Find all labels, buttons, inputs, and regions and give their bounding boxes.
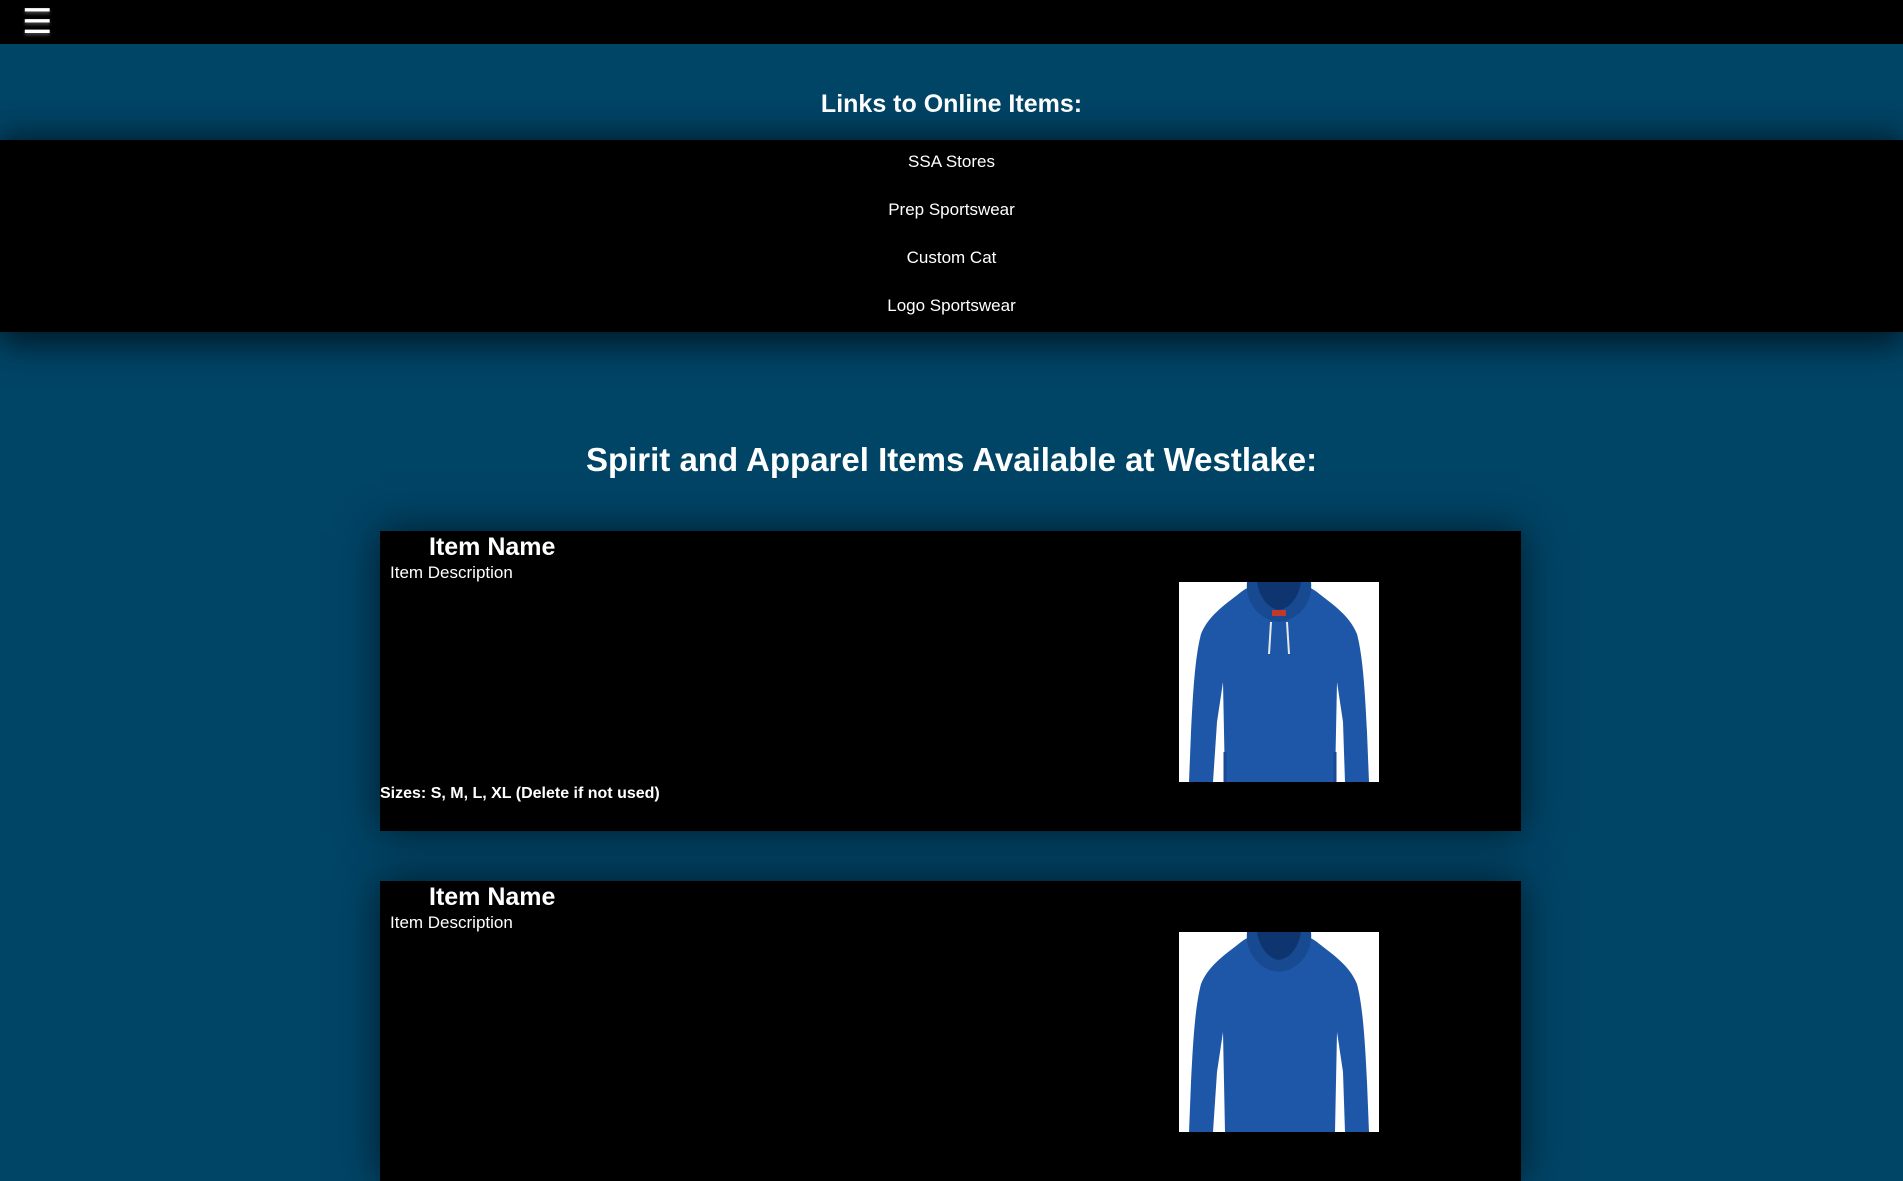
hamburger-menu-icon[interactable]: ☰ [22,4,52,40]
item-card: Item Name Item Description [380,881,1521,1181]
item-description: Item Description [390,563,513,582]
item-sizes: Sizes: S, M, L, XL (Delete if not used) [380,785,660,802]
blue-hoodie-image [1179,932,1379,1132]
top-navbar: ☰ [0,0,1903,44]
item-name: Item Name [429,533,556,561]
link-prep-sportswear[interactable]: Prep Sportswear [0,200,1903,220]
item-name: Item Name [429,883,556,911]
link-custom-cat[interactable]: Custom Cat [0,248,1903,268]
blue-hoodie-image [1179,582,1379,782]
item-description: Item Description [390,913,513,932]
link-ssa-stores[interactable]: SSA Stores [0,152,1903,172]
links-list: SSA Stores Prep Sportswear Custom Cat Lo… [0,140,1903,332]
links-section-title: Links to Online Items: [820,90,1083,118]
items-section-title: Spirit and Apparel Items Available at We… [585,441,1318,478]
item-card: Item Name Item Description Sizes: S, M, … [380,531,1521,831]
link-logo-sportswear[interactable]: Logo Sportswear [0,296,1903,316]
